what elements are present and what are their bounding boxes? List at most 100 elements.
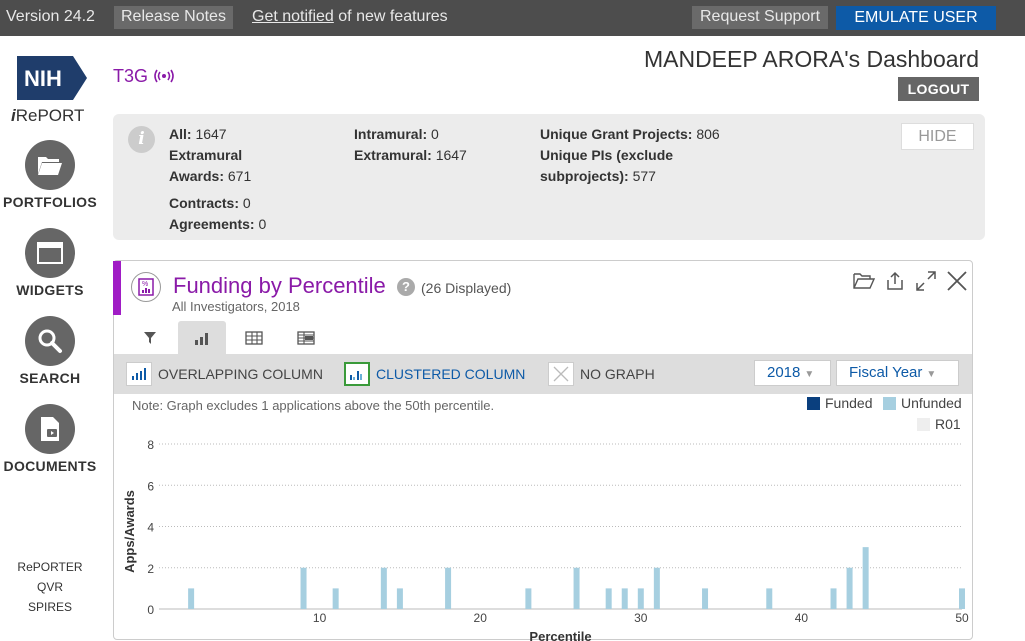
y-tick-label: 2 [147, 562, 154, 576]
legend-unfunded[interactable]: Unfunded [883, 395, 962, 411]
filter-icon [144, 331, 156, 344]
bar-unfunded [702, 588, 709, 609]
nih-logo-text: NIH [24, 66, 62, 91]
open-folder-icon[interactable] [851, 269, 876, 293]
bar-unfunded [188, 588, 195, 609]
grid-icon [297, 330, 315, 345]
portfolio-name[interactable]: T3G [113, 66, 175, 87]
nav-documents-label: DOCUMENTS [3, 458, 97, 474]
summary-col-3: Unique Grant Projects: 806 Unique PIs (e… [540, 126, 720, 184]
year-type-select[interactable]: Fiscal Year ▼ [836, 360, 959, 386]
summary-panel: i All: 1647 Extramural Awards: 671 Contr… [113, 114, 985, 240]
tab-table[interactable] [230, 321, 278, 354]
widget-title: Funding by Percentile [173, 273, 386, 298]
bar-unfunded [380, 567, 387, 609]
qvr-link[interactable]: QVR [0, 580, 100, 594]
nih-logo[interactable]: NIH [17, 56, 87, 100]
bar-unfunded [862, 547, 869, 609]
funding-widget: % Funding by Percentile ? (26 Displayed)… [113, 260, 973, 641]
no-graph-label: NO GRAPH [580, 366, 655, 382]
bar-unfunded [766, 588, 773, 609]
request-support-button[interactable]: Request Support [692, 6, 829, 29]
tab-chart[interactable] [178, 321, 226, 354]
clustered-column-option[interactable]: CLUSTERED COLUMN [344, 362, 525, 386]
percentile-chart: 0246810 20 30 40 50Apps/AwardsPercentile [122, 438, 969, 641]
legend-funded-swatch [807, 396, 820, 410]
close-icon[interactable] [944, 269, 969, 293]
overlapping-column-option[interactable]: OVERLAPPING COLUMN [126, 362, 323, 386]
nav-widgets-label: WIDGETS [16, 282, 84, 298]
year-type-value: Fiscal Year [849, 364, 923, 381]
bar-chart-icon [195, 332, 208, 345]
bar-unfunded [605, 588, 612, 609]
legend-unfunded-label: Unfunded [901, 395, 962, 411]
legend-funded[interactable]: Funded [807, 395, 872, 411]
export-icon[interactable] [882, 269, 907, 293]
table-icon [245, 330, 263, 345]
sidebar-links: RePORTER QVR SPIRES [0, 560, 100, 620]
bar-unfunded [396, 588, 403, 609]
info-icon: i [128, 126, 155, 153]
emulate-user-button[interactable]: EMULATE USER [836, 6, 996, 30]
bar-unfunded [621, 588, 628, 609]
release-notes-button[interactable]: Release Notes [114, 6, 233, 29]
y-tick-label: 8 [147, 438, 154, 452]
year-select-value: 2018 [767, 364, 801, 381]
get-notified-link[interactable]: Get notified [252, 8, 334, 25]
reporter-link[interactable]: RePORTER [0, 560, 100, 574]
bar-unfunded [846, 567, 853, 609]
nav-documents[interactable]: DOCUMENTS [0, 404, 100, 474]
folder-icon [25, 140, 75, 190]
displayed-count: (26 Displayed) [421, 280, 512, 296]
widget-tools [851, 269, 969, 293]
nav-widgets[interactable]: WIDGETS [0, 228, 100, 298]
bar-unfunded [830, 588, 837, 609]
y-axis-label: Apps/Awards [122, 490, 137, 573]
x-tick-label: 20 [474, 611, 488, 625]
help-icon[interactable]: ? [397, 278, 415, 296]
nav-portfolios[interactable]: PORTFOLIOS [0, 140, 100, 210]
legend-funded-label: Funded [825, 395, 873, 411]
top-bar: Version 24.2 Release Notes Get notified … [0, 0, 1025, 36]
hide-button[interactable]: HIDE [901, 123, 974, 150]
summary-col-1: All: 1647 Extramural Awards: 671 Contrac… [169, 126, 267, 232]
logout-button[interactable]: LOGOUT [898, 77, 979, 101]
y-tick-label: 4 [147, 521, 154, 535]
expand-icon[interactable] [913, 269, 938, 293]
summary-col-2: Intramural: 0 Extramural: 1647 [354, 126, 467, 163]
bar-unfunded [332, 588, 339, 609]
no-graph-icon [548, 362, 574, 386]
legend-unfunded-swatch [883, 396, 896, 410]
notify-text: Get notified of new features [252, 8, 448, 26]
bar-unfunded [653, 567, 660, 609]
clustered-column-label: CLUSTERED COLUMN [376, 366, 526, 382]
graph-options-bar: OVERLAPPING COLUMN CLUSTERED COLUMN NO G… [114, 354, 972, 394]
caret-down-icon: ▼ [926, 369, 937, 380]
sidebar: NIH iRePORT PORTFOLIOS WIDGETS SEARCH DO… [0, 36, 100, 631]
y-tick-label: 6 [147, 479, 154, 493]
year-select[interactable]: 2018 ▼ [754, 360, 831, 386]
nav-search[interactable]: SEARCH [0, 316, 100, 386]
bar-unfunded [525, 588, 532, 609]
no-graph-option[interactable]: NO GRAPH [548, 362, 655, 386]
tab-grid[interactable] [282, 321, 330, 354]
bar-unfunded [573, 567, 580, 609]
svg-text:%: % [142, 281, 148, 288]
spires-link[interactable]: SPIRES [0, 600, 100, 614]
magnifier-icon [25, 316, 75, 366]
tab-filter[interactable] [126, 321, 174, 354]
bar-unfunded [445, 567, 452, 609]
page-title: MANDEEP ARORA's Dashboard [643, 46, 979, 72]
nav-portfolios-label: PORTFOLIOS [3, 194, 97, 210]
bar-unfunded [959, 588, 965, 609]
x-tick-label: 50 [955, 611, 969, 625]
overlapping-column-icon [126, 362, 152, 386]
x-tick-label: 30 [634, 611, 648, 625]
ireport-logo: iRePORT [11, 106, 85, 125]
x-tick-label: 10 [313, 611, 327, 625]
x-tick-label: 40 [795, 611, 809, 625]
percent-chart-icon: % [131, 272, 161, 302]
nav-search-label: SEARCH [19, 370, 81, 386]
notify-rest-text: of new features [333, 8, 448, 25]
document-play-icon [25, 404, 75, 454]
